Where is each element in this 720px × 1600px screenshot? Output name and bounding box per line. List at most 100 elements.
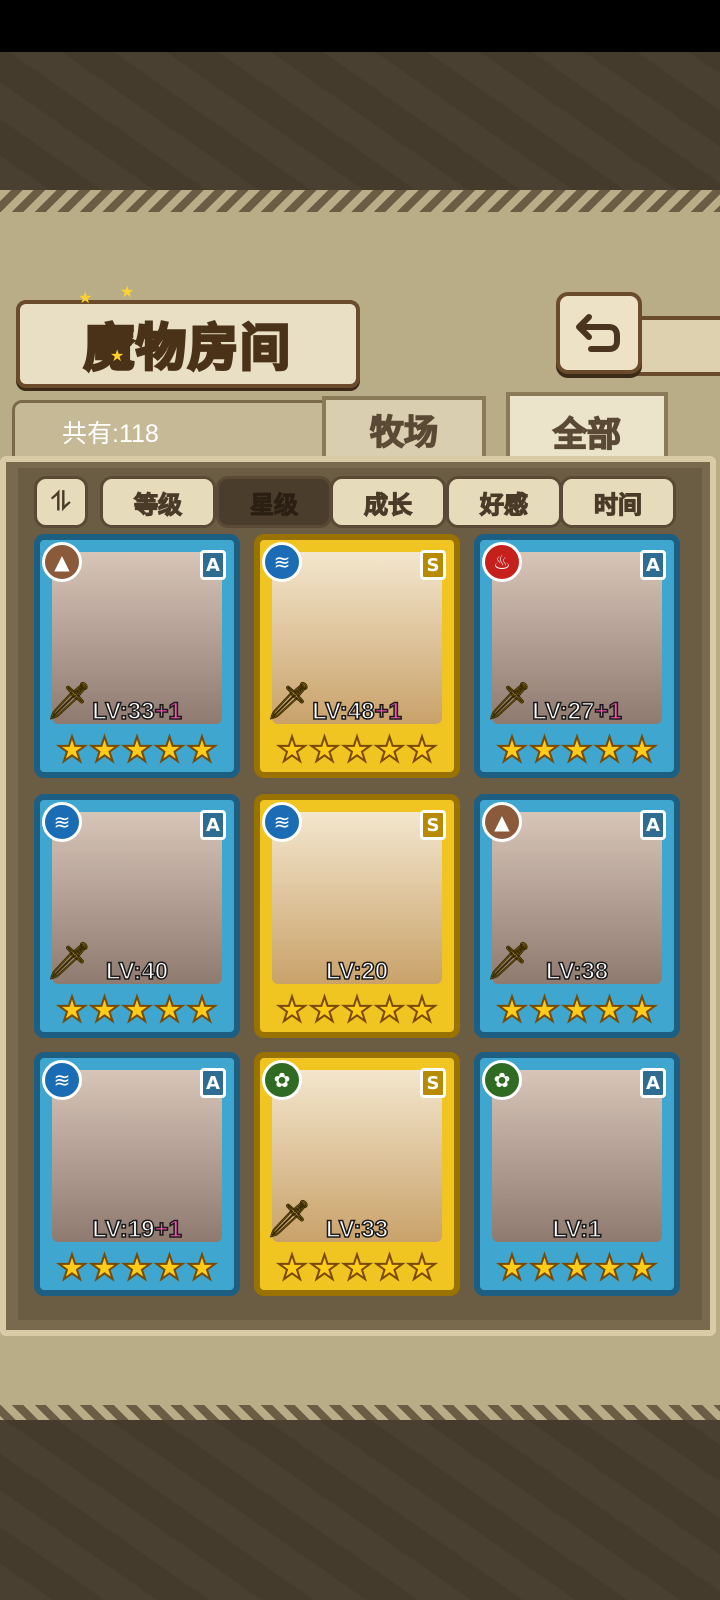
star-icon: ★ [186,1248,219,1288]
sort-affinity-button[interactable]: 好感 [446,476,562,528]
star-icon: ★ [561,990,594,1030]
tab-all[interactable]: 全部 [506,392,668,466]
star-rating: ★ ★ ★ ★ ★ [480,1248,674,1288]
star-rating: ★ ★ ★ ★ ★ [260,990,454,1030]
sparkle-icon: ★ [120,282,135,301]
level-text: LV:33 [91,697,155,726]
star-icon: ★ [593,1248,626,1288]
star-icon: ★ [373,1248,406,1288]
monster-level: LV:38 [480,957,674,986]
sort-time-button[interactable]: 时间 [560,476,676,528]
star-icon: ★ [406,730,439,770]
monster-card[interactable]: ▲ A 🗡 LV:33+1 ★ ★ ★ ★ ★ [34,534,240,778]
monster-level: LV:48+1 [260,697,454,726]
star-icon: ★ [56,990,89,1030]
star-icon: ★ [406,1248,439,1288]
star-icon: ★ [88,1248,121,1288]
level-text: LV:20 [325,957,389,986]
rank-badge: S [420,810,446,840]
monster-level: LV:40 [40,957,234,986]
star-icon: ★ [528,730,561,770]
star-icon: ★ [341,1248,374,1288]
background-lower [0,1420,720,1600]
star-icon: ★ [121,990,154,1030]
star-icon: ★ [276,1248,309,1288]
sort-stars-button[interactable]: 星级 [216,476,332,528]
star-icon: ★ [626,730,659,770]
rank-badge: A [640,810,666,840]
back-button[interactable] [556,292,642,374]
monster-card[interactable]: ≋ S 🗡 LV:48+1 ★ ★ ★ ★ ★ [254,534,460,778]
star-icon: ★ [276,990,309,1030]
torn-edge-top [0,190,720,212]
star-icon: ★ [88,990,121,1030]
level-bonus: +1 [154,697,183,726]
level-text: LV:19 [91,1215,155,1244]
star-rating: ★ ★ ★ ★ ★ [260,730,454,770]
rank-badge: A [200,810,226,840]
rank-badge: S [420,1068,446,1098]
sort-level-button[interactable]: 等级 [100,476,216,528]
level-text: LV:27 [531,697,595,726]
star-icon: ★ [276,730,309,770]
level-text: LV:33 [325,1215,389,1244]
monster-card[interactable]: ≋ A LV:19+1 ★ ★ ★ ★ ★ [34,1052,240,1296]
monster-card[interactable]: ✿ S 🗡 LV:33 ★ ★ ★ ★ ★ [254,1052,460,1296]
back-button-rail [632,316,720,376]
sparkle-icon: ★ [78,288,93,307]
star-icon: ★ [153,1248,186,1288]
water-element-icon: ≋ [262,802,302,842]
star-icon: ★ [528,990,561,1030]
monster-card[interactable]: ≋ A 🗡 LV:40 ★ ★ ★ ★ ★ [34,794,240,1038]
earth-element-icon: ▲ [42,542,82,582]
fire-element-icon: ♨ [482,542,522,582]
level-text: LV:48 [311,697,375,726]
water-element-icon: ≋ [42,1060,82,1100]
page-title: 魔物房间 [83,317,292,379]
star-icon: ★ [88,730,121,770]
tab-farm[interactable]: 牧场 [322,396,486,458]
star-icon: ★ [406,990,439,1030]
star-rating: ★ ★ ★ ★ ★ [40,990,234,1030]
star-rating: ★ ★ ★ ★ ★ [40,730,234,770]
star-icon: ★ [153,730,186,770]
sort-growth-button[interactable]: 成长 [330,476,446,528]
star-icon: ★ [496,990,529,1030]
star-icon: ★ [626,990,659,1030]
level-text: LV:1 [552,1215,602,1244]
sparkle-icon: ★ [110,346,125,365]
star-icon: ★ [341,730,374,770]
star-icon: ★ [561,1248,594,1288]
rank-badge: A [200,550,226,580]
star-icon: ★ [186,990,219,1030]
star-icon: ★ [496,730,529,770]
monster-count: 共有:118 [62,420,159,448]
star-icon: ★ [121,730,154,770]
background-upper [0,52,720,192]
sort-order-toggle[interactable]: ⥮ [34,476,88,528]
monster-level: LV:27+1 [480,697,674,726]
star-rating: ★ ★ ★ ★ ★ [40,1248,234,1288]
earth-element-icon: ▲ [482,802,522,842]
monster-card[interactable]: ♨ A 🗡 LV:27+1 ★ ★ ★ ★ ★ [474,534,680,778]
monster-card[interactable]: ≋ S LV:20 ★ ★ ★ ★ ★ [254,794,460,1038]
star-icon: ★ [308,1248,341,1288]
monster-card[interactable]: ▲ A 🗡 LV:38 ★ ★ ★ ★ ★ [474,794,680,1038]
monster-level: LV:33+1 [40,697,234,726]
star-icon: ★ [496,1248,529,1288]
star-icon: ★ [308,990,341,1030]
rank-badge: A [640,550,666,580]
star-icon: ★ [56,1248,89,1288]
monster-card[interactable]: ✿ A LV:1 ★ ★ ★ ★ ★ [474,1052,680,1296]
water-element-icon: ≋ [42,802,82,842]
star-icon: ★ [593,730,626,770]
sort-order-icon: ⥮ [51,486,71,517]
wood-element-icon: ✿ [482,1060,522,1100]
star-rating: ★ ★ ★ ★ ★ [260,1248,454,1288]
star-icon: ★ [341,990,374,1030]
monster-level: LV:33 [260,1215,454,1244]
star-rating: ★ ★ ★ ★ ★ [480,730,674,770]
page-title-plate: 魔物房间 [16,300,360,388]
star-icon: ★ [153,990,186,1030]
monster-level: LV:20 [260,957,454,986]
